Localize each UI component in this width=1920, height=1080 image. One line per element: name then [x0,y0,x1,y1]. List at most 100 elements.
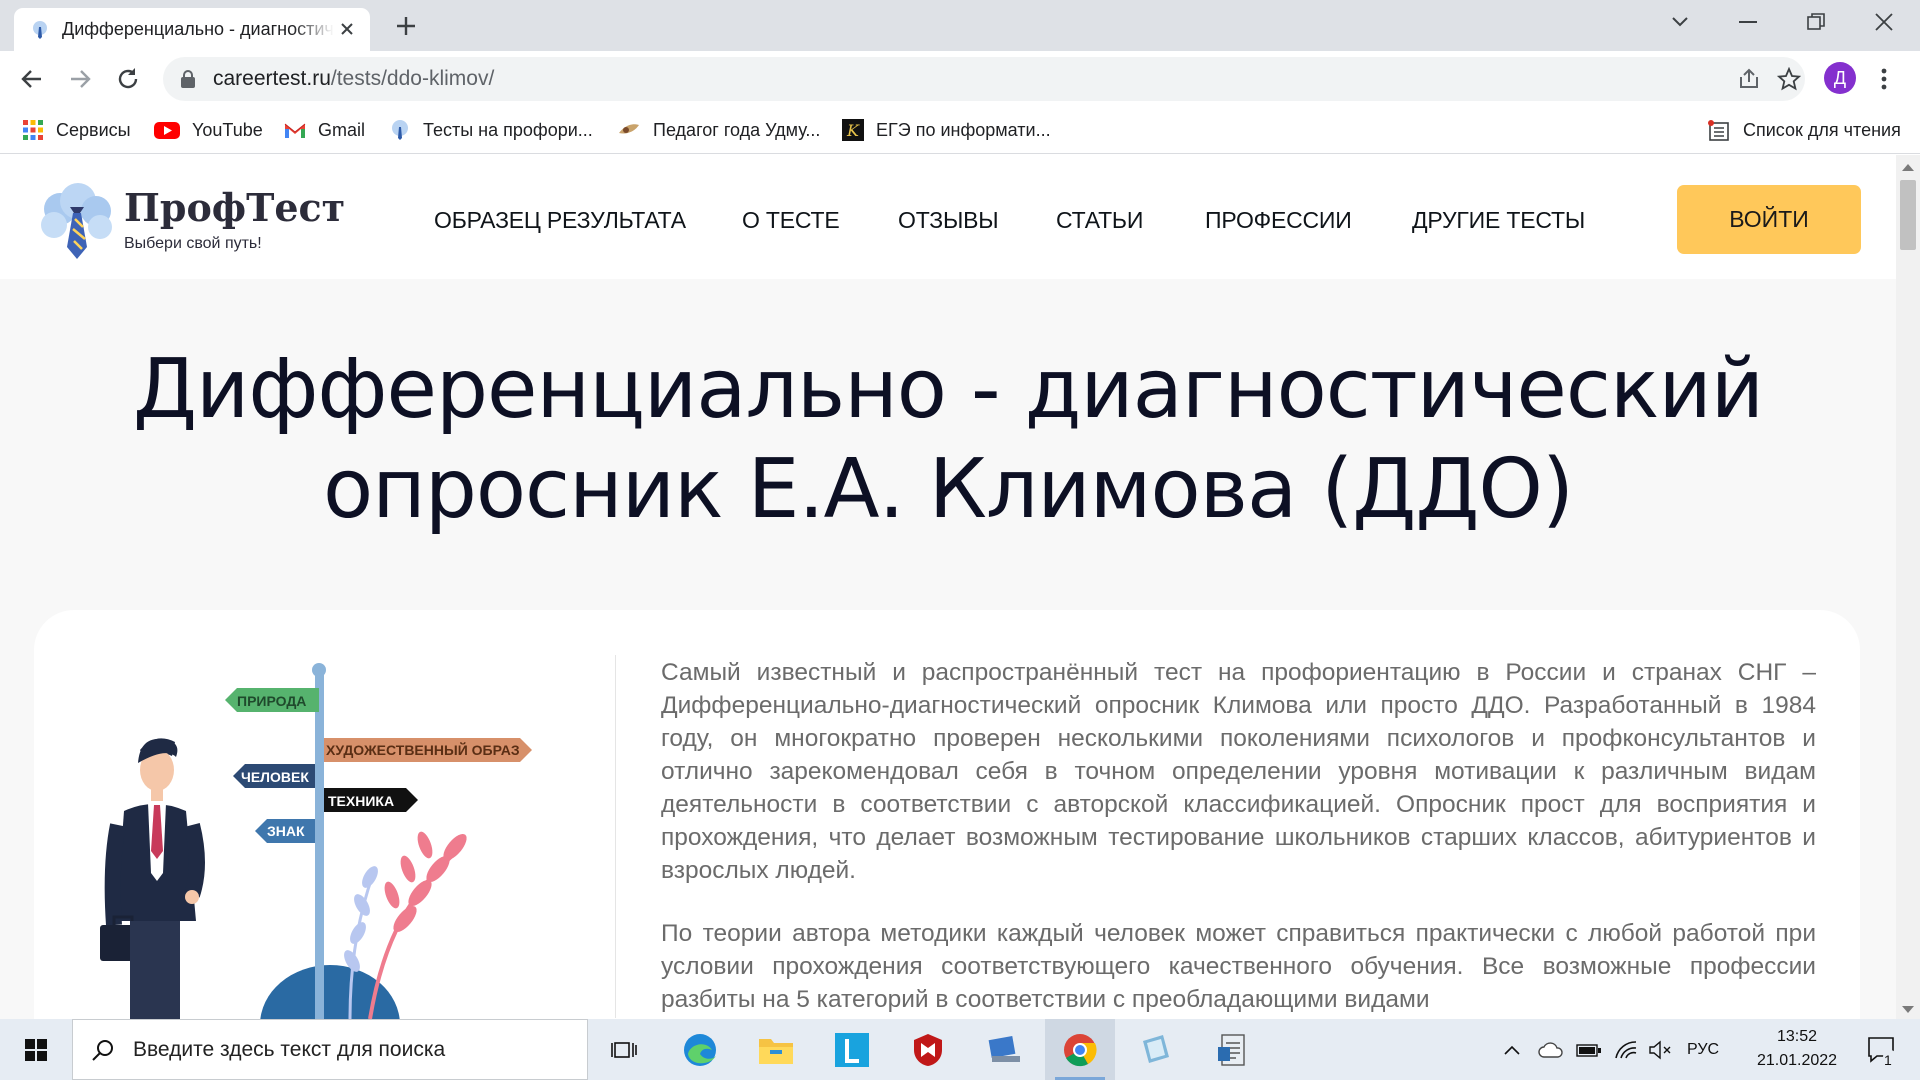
reload-icon[interactable] [114,65,142,93]
tab-title: Дифференциально - диагностический опросн… [62,19,334,39]
content-divider [615,655,616,1018]
sign-technics: ТЕХНИКА [328,793,394,809]
document-app-icon[interactable] [1197,1019,1267,1080]
career-signpost-illustration: ПРИРОДА ХУДОЖЕСТВЕННЫЙ ОБРАЗ ЧЕЛОВЕК ТЕХ… [100,663,532,1019]
bookmark-label: Сервисы [56,119,131,140]
taskbar-clock[interactable]: 13:52 21.01.2022 [1752,1025,1842,1073]
minimize-icon[interactable] [1713,0,1783,44]
bookmarks-bar: Сервисы YouTube Gmail Тесты на профори..… [0,106,1920,154]
reading-list[interactable]: Список для чтения [1707,106,1901,154]
clock-time: 13:52 [1776,1028,1818,1045]
logo-name: ПрофТест [124,185,346,230]
notification-icon [1868,1036,1897,1064]
restore-icon[interactable] [1781,0,1851,44]
bookmark-youtube[interactable]: YouTube [154,106,263,154]
bookmark-services[interactable]: Сервисы [22,106,131,154]
sign-nature: ПРИРОДА [237,693,306,709]
forward-icon[interactable] [66,65,94,93]
pedagog-icon [619,124,639,134]
onedrive-icon[interactable] [1538,1019,1564,1080]
bookmark-label: ЕГЭ по информати... [876,119,1051,140]
bookmark-pedagog[interactable]: Педагог года Удму... [617,106,820,154]
wifi-icon[interactable] [1614,1019,1638,1080]
back-icon[interactable] [18,65,46,93]
bookmark-label: YouTube [192,119,263,140]
network-app-icon[interactable] [969,1019,1039,1080]
scroll-up-arrow[interactable] [1902,164,1914,171]
page-viewport: ПрофТест Выбери свой путь! ОБРАЗЕЦ РЕЗУЛ… [0,155,1896,1019]
scroll-down-arrow[interactable] [1902,1006,1914,1013]
clock-date: 21.01.2022 [1756,1052,1838,1069]
url-text[interactable]: careertest.ru/tests/ddo-klimov/ [213,67,494,91]
search-icon [92,1039,113,1061]
chrome-menu-icon[interactable] [1876,65,1892,93]
k-icon: K [842,119,864,141]
windows-taskbar: Введите здесь текст для поиска РУС 13:52… [0,1019,1920,1080]
nav-reviews[interactable]: ОТЗЫВЫ [898,207,999,234]
file-explorer-icon[interactable] [741,1019,811,1080]
close-tab-icon[interactable] [338,20,356,38]
proftest-favicon [392,120,408,140]
tab-search-icon[interactable] [1645,0,1715,44]
logo-brain-icon [41,183,112,259]
battery-icon[interactable] [1576,1019,1602,1080]
browser-titlebar: Дифференциально - диагностический опросн… [0,0,1920,51]
page-title: Дифференциально - диагностический опросн… [0,340,1896,540]
profile-avatar[interactable]: Д [1824,62,1856,94]
taskbar-search[interactable]: Введите здесь текст для поиска [72,1019,588,1080]
bookmark-ege[interactable]: K ЕГЭ по информати... [842,106,1051,154]
browser-tab[interactable]: Дифференциально - диагностический опросн… [14,8,370,51]
gmail-icon [284,123,306,138]
login-button[interactable]: ВОЙТИ [1677,185,1861,254]
sign-sign: ЗНАК [267,823,305,839]
lingvo-icon[interactable] [817,1019,887,1080]
sign-art: ХУДОЖЕСТВЕННЫЙ ОБРАЗ [326,741,520,758]
tray-chevron-icon[interactable] [1503,1019,1521,1080]
page-title-line2: опросник Е.А. Климова (ДДО) [323,442,1574,537]
edge-icon[interactable] [665,1019,735,1080]
youtube-icon [154,122,180,139]
volume-icon[interactable] [1648,1019,1672,1080]
start-button[interactable] [0,1019,72,1080]
nav-sample-result[interactable]: ОБРАЗЕЦ РЕЗУЛЬТАТА [434,207,686,234]
nav-professions[interactable]: ПРОФЕССИИ [1205,207,1352,234]
url-path: /tests/ddo-klimov/ [330,67,495,90]
nav-other-tests[interactable]: ДРУГИЕ ТЕСТЫ [1412,207,1585,234]
share-icon[interactable] [1737,67,1761,91]
search-placeholder: Введите здесь текст для поиска [133,1037,446,1061]
nav-articles[interactable]: СТАТЬИ [1056,207,1143,234]
bookmark-gmail[interactable]: Gmail [284,106,365,154]
notebook-app-icon[interactable] [1121,1019,1191,1080]
language-indicator[interactable]: РУС [1687,1019,1719,1080]
new-tab-icon[interactable] [393,13,419,39]
site-header: ПрофТест Выбери свой путь! ОБРАЗЕЦ РЕЗУЛ… [0,155,1896,279]
bookmark-label: Gmail [318,119,366,140]
scroll-thumb[interactable] [1900,180,1916,250]
page-scrollbar[interactable] [1896,155,1920,1019]
intro-paragraph-2: По теории автора методики каждый человек… [661,920,1816,1013]
apps-grid-icon [23,120,43,140]
chrome-taskbar-icon[interactable] [1045,1019,1115,1080]
url-domain: careertest.ru [213,67,331,90]
address-bar[interactable]: careertest.ru/tests/ddo-klimov/ [163,57,1805,101]
lock-icon[interactable] [180,70,196,88]
bookmark-proftest[interactable]: Тесты на профори... [389,106,593,154]
proftest-favicon [33,20,47,39]
browser-toolbar: careertest.ru/tests/ddo-klimov/ Д [0,51,1920,106]
notification-count: 1 [1884,1052,1892,1068]
reading-list-label: Список для чтения [1743,119,1901,140]
task-view-icon[interactable] [589,1019,659,1080]
businessman-figure [100,738,205,1019]
close-window-icon[interactable] [1849,0,1919,44]
signpost-pole [315,669,324,1019]
site-logo[interactable]: ПрофТест Выбери свой путь! [34,179,345,263]
reading-list-icon [1708,120,1729,141]
bookmark-star-icon[interactable] [1777,67,1801,91]
notification-center[interactable]: 1 [1858,1019,1906,1080]
bookmark-label: Педагог года Удму... [653,119,821,140]
bookmark-label: Тесты на профори... [423,119,593,140]
windows-logo-icon [25,1038,47,1061]
svg-text:K: K [846,121,860,140]
mcafee-icon[interactable] [893,1019,963,1080]
nav-about-test[interactable]: О ТЕСТЕ [742,207,840,234]
